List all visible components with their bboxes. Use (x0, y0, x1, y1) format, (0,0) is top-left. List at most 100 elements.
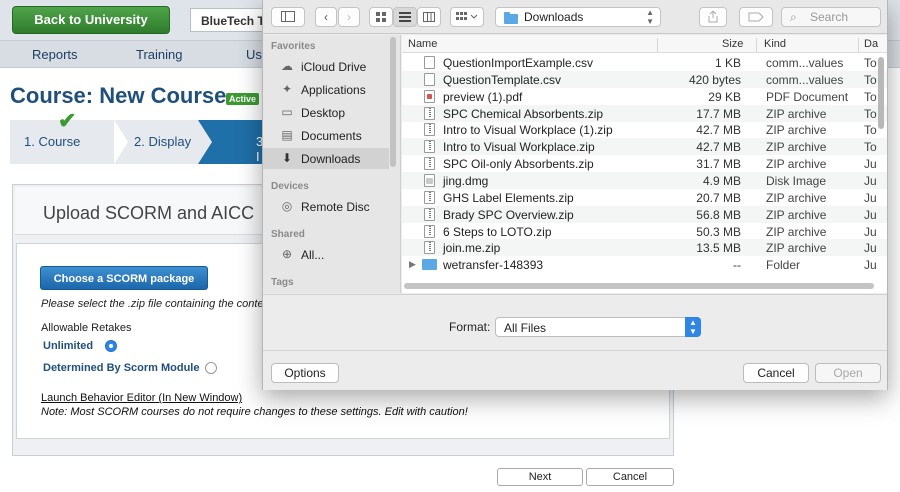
tag-button[interactable] (739, 7, 773, 27)
sidebar-item-documents[interactable]: ▤ Documents (263, 125, 389, 146)
file-name: SPC Chemical Absorbents.zip (443, 106, 604, 121)
file-name: jing.dmg (443, 173, 489, 188)
step-display[interactable]: 2. Display (134, 134, 191, 149)
network-icon: ⊕ (281, 247, 293, 261)
file-row[interactable]: QuestionTemplate.csv 420 bytes comm...valu… (402, 70, 887, 88)
file-date: Ju (864, 224, 877, 239)
sidebar-scrollbar[interactable] (390, 37, 396, 167)
file-row[interactable]: SPC Chemical Absorbents.zip 17.7 MB ZIP ar… (402, 104, 887, 122)
file-row[interactable]: Intro to Visual Workplace.zip 42.7 MB ZIP … (402, 138, 887, 156)
retake-option-scorm: Determined By Scorm Module (43, 362, 200, 374)
sidebar-item-label: Downloads (301, 152, 361, 166)
file-name: preview (1).pdf (443, 89, 523, 104)
disk-image-icon (424, 173, 435, 187)
file-size: 50.3 MB (696, 224, 741, 239)
nav-training[interactable]: Training (136, 47, 182, 62)
file-list-hscrollbar[interactable] (404, 283, 874, 289)
step-active-arrow (198, 120, 212, 164)
file-name: Intro to Visual Workplace.zip (443, 140, 595, 155)
column-name[interactable]: Name (408, 38, 437, 50)
sidebar-item-label: Applications (301, 83, 366, 97)
sidebar-item-icloud-drive[interactable]: ☁ iCloud Drive (263, 56, 389, 77)
cloud-icon: ☁ (281, 59, 293, 73)
retake-scorm-radio[interactable] (205, 362, 217, 374)
downloads-folder-icon (504, 12, 518, 24)
applications-icon: ✦ (281, 82, 293, 96)
dialog-cancel-button[interactable]: Cancel (743, 363, 809, 383)
sidebar-item-label: iCloud Drive (301, 60, 367, 74)
file-size: 29 KB (708, 89, 741, 104)
column-date[interactable]: Da (864, 38, 878, 50)
launch-behavior-link[interactable]: Launch Behavior Editor (In New Window) (41, 392, 242, 404)
upload-heading-box: Upload SCORM and AICC (15, 187, 263, 235)
dialog-sidebar: Favorites ☁ iCloud Drive ✦ Applications … (263, 35, 401, 293)
file-date: To (864, 56, 877, 70)
choose-scorm-button[interactable]: Choose a SCORM package (40, 266, 208, 290)
disclosure-triangle-icon[interactable]: ▶ (409, 259, 416, 270)
share-button[interactable] (699, 7, 727, 27)
file-row[interactable]: GHS Label Elements.zip 20.7 MB ZIP archive… (402, 189, 887, 206)
desktop-icon: ▭ (281, 105, 293, 119)
sidebar-item-shared-all[interactable]: ⊕ All... (263, 244, 389, 265)
file-kind: comm...values (766, 56, 844, 70)
next-button[interactable]: Next (497, 468, 583, 486)
downloads-icon: ⬇ (281, 151, 293, 165)
arrange-button[interactable] (450, 7, 484, 27)
options-button[interactable]: Options (271, 363, 339, 383)
sidebar-item-remote-disc[interactable]: ◎ Remote Disc (263, 196, 389, 217)
column-kind[interactable]: Kind (764, 38, 786, 50)
list-view-button[interactable] (393, 7, 417, 27)
forward-nav-button[interactable]: › (338, 7, 360, 27)
cancel-button[interactable]: Cancel (586, 468, 674, 486)
sidebar-toggle-button[interactable] (271, 7, 305, 27)
file-row[interactable]: Intro to Visual Workplace (1).zip 42.7 MB… (402, 121, 887, 138)
search-icon: ⌕ (790, 10, 797, 24)
sidebar-item-downloads[interactable]: ⬇ Downloads (263, 148, 389, 169)
file-row[interactable]: Brady SPC Overview.zip 56.8 MB ZIP archive… (402, 205, 887, 223)
page-title: Course: New Course (10, 83, 227, 108)
search-field[interactable]: ⌕ Search (781, 7, 881, 27)
file-name: Intro to Visual Workplace (1).zip (443, 123, 613, 138)
file-date: Ju (864, 157, 877, 172)
pdf-file-icon (424, 89, 435, 103)
icon-view-button[interactable] (369, 7, 393, 27)
file-list-header: Name Size Kind Da (402, 35, 887, 53)
file-row[interactable]: preview (1).pdf 29 KB PDF Document To (402, 88, 887, 105)
retake-unlimited-radio[interactable] (105, 340, 117, 352)
file-row[interactable]: QuestionImportExample.csv 1 KB comm...valu… (402, 54, 887, 71)
sidebar-item-desktop[interactable]: ▭ Desktop (263, 102, 389, 123)
disc-icon: ◎ (281, 199, 293, 213)
file-kind: Disk Image (766, 173, 827, 188)
file-row[interactable]: jing.dmg 4.9 MB Disk Image Ju (402, 171, 887, 189)
file-size: 1 KB (714, 56, 741, 70)
file-list-vscrollbar[interactable] (878, 57, 884, 129)
file-size: 20.7 MB (696, 190, 741, 205)
status-badge: Active (226, 93, 260, 105)
sidebar-item-applications[interactable]: ✦ Applications (263, 79, 389, 100)
sidebar-header-shared: Shared (271, 229, 305, 240)
back-to-university-button[interactable]: Back to University (12, 6, 170, 34)
file-row[interactable]: join.me.zip 13.5 MB ZIP archive Ju (402, 239, 887, 257)
file-size: 42.7 MB (696, 140, 741, 155)
arrange-icon (456, 12, 478, 20)
sidebar-header-favorites: Favorites (271, 41, 316, 52)
file-list: Name Size Kind Da QuestionImportExample.… (402, 35, 887, 293)
search-placeholder: Search (810, 10, 849, 24)
file-row[interactable]: ▶ wetransfer-148393 -- Folder Ju (402, 256, 887, 273)
location-dropdown[interactable]: Downloads ▲ ▼ (495, 7, 661, 27)
format-value: All Files (504, 321, 547, 335)
format-dropdown[interactable]: All Files ▲ ▼ (495, 317, 701, 337)
step-course[interactable]: 1. Course (24, 134, 80, 149)
file-row[interactable]: SPC Oil-only Absorbents.zip 31.7 MB ZIP ar… (402, 155, 887, 172)
file-row[interactable]: 6 Steps to LOTO.zip 50.3 MB ZIP archive Ju (402, 223, 887, 240)
sidebar-item-label: Remote Disc (301, 200, 370, 214)
back-nav-button[interactable]: ‹ (315, 7, 337, 27)
column-view-button[interactable] (417, 7, 441, 27)
nav-reports[interactable]: Reports (32, 47, 78, 62)
column-size[interactable]: Size (722, 38, 743, 50)
open-button[interactable]: Open (815, 363, 881, 383)
sidebar-item-label: Desktop (301, 106, 346, 120)
step-divider (114, 120, 128, 164)
file-date: Ju (864, 258, 877, 273)
file-name: QuestionTemplate.csv (443, 72, 562, 87)
